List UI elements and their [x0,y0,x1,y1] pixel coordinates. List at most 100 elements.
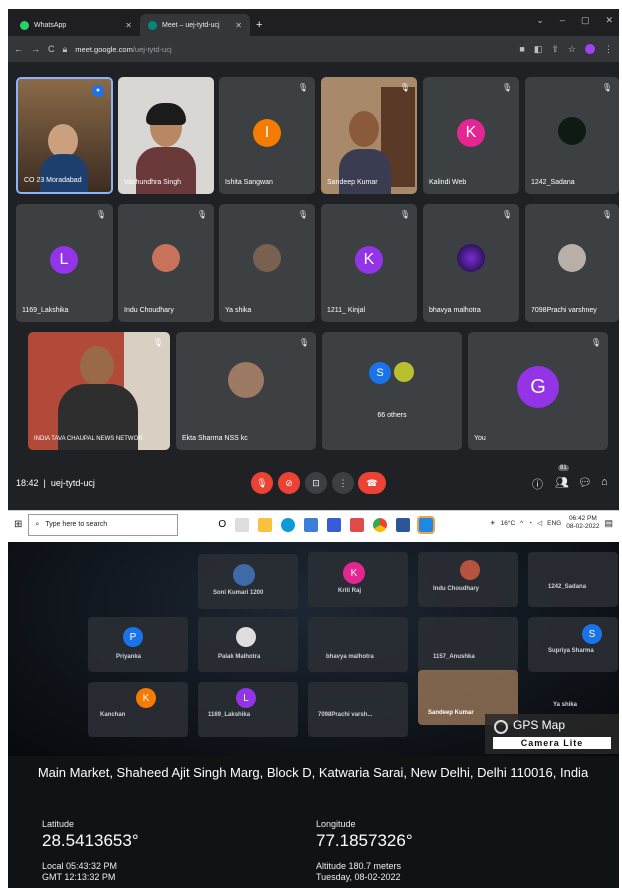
search-icon: ⌕ [35,520,40,528]
participant-name: CO 23 Moradabad [24,177,82,184]
participant-photo [80,346,114,386]
chevron-down-icon[interactable]: ⌄ [536,15,544,26]
mic-off-icon: 🎙︎ [297,83,308,92]
participant-photo [558,117,586,145]
photos-icon[interactable] [350,517,365,532]
url-field[interactable]: meet.google.com/uej-tytd-ucj [75,45,171,54]
blurred-name: Kanchan [100,712,126,718]
language[interactable]: ENG [547,520,561,527]
speaking-icon: ● [92,85,104,97]
forward-icon[interactable]: → [31,44,40,54]
blurred-tile [308,682,408,737]
info-icon[interactable]: ⓘ [532,476,543,492]
taskbar-search[interactable]: ⌕ Type here to search [28,513,179,536]
participant-name: Indu Choudhary [124,307,174,314]
mic-off-icon: 🎙︎ [297,210,308,219]
clock[interactable]: 06:42 PM 08-02-2022 [566,515,599,531]
blurred-name: 1157_Anushka [433,654,475,660]
edge-icon[interactable] [281,517,296,532]
more-options-button[interactable]: ⋮ [332,472,354,494]
blurred-name: Kriti Raj [338,588,362,594]
participant-tile[interactable]: 🎙︎ Indu Choudhary [118,204,214,322]
tab-meet[interactable]: Meet – uej-tytd-ucj ✕ [140,14,250,36]
back-icon[interactable]: ← [14,44,23,54]
participant-tile[interactable]: 🎙︎ L 1169_Lakshika [16,204,113,322]
lock-icon[interactable]: 🔒︎ [63,44,68,55]
reload-icon[interactable]: C [48,44,55,54]
task-view-icon[interactable] [235,517,250,532]
participant-tile[interactable]: 🎙︎ I Ishita Sangwan [219,77,315,194]
file-explorer-icon[interactable] [258,517,273,532]
maximize-icon[interactable]: ▢ [581,15,590,26]
extension-icon[interactable]: ◧ [534,44,543,55]
store-icon[interactable] [304,517,319,532]
participant-tile[interactable]: 🎙︎ Ya shika [219,204,315,322]
camera-icon[interactable]: ■ [519,44,524,54]
cortana-icon[interactable]: O [218,519,226,530]
notification-icon[interactable]: ▤ [604,518,613,529]
wifi-icon[interactable]: ◔ [528,520,532,527]
minimize-icon[interactable]: – [560,15,565,26]
mic-off-icon: 🎙︎ [590,338,601,347]
participant-tile[interactable]: 🎙︎ Sandeep Kumar [321,77,417,194]
search-placeholder: Type here to search [45,521,108,528]
participant-photo [228,362,264,398]
participant-name: Vashundhra Singh [124,179,182,186]
tab-whatsapp[interactable]: WhatsApp ✕ [12,14,140,36]
participant-tile[interactable]: 🎙︎ K Kalindi Web [423,77,519,194]
profile-avatar[interactable] [585,44,595,54]
activities-icon[interactable]: ⌂ [601,476,608,488]
people-icon[interactable]: 👥︎ [555,476,569,489]
participant-tile[interactable]: 🎙︎ 7098Prachi varshney [525,204,619,322]
close-icon[interactable]: ✕ [235,21,242,30]
participant-name: You [474,435,486,442]
participant-photo [457,244,485,272]
weather-icon: ☀ [489,520,496,527]
volume-icon[interactable]: ◁ [537,519,542,527]
close-icon[interactable]: ✕ [605,15,613,26]
browser-tab-bar: WhatsApp ✕ Meet – uej-tytd-ucj ✕ + ⌄ – ▢… [8,9,619,36]
participant-tile[interactable]: ● CO 23 Moradabad [16,77,113,194]
participant-tile[interactable]: 🎙︎ bhavya malhotra [423,204,519,322]
blurred-avatar: K [343,562,365,584]
people-count-badge: 81 [558,465,569,471]
participant-name: Ekta Sharma NSS kc [182,435,248,442]
leave-call-button[interactable]: ☎ [358,472,386,494]
participant-name: Kalindi Web [429,179,467,186]
mail-icon[interactable] [327,517,342,532]
participant-photo [349,111,379,147]
blurred-tile [528,617,618,672]
menu-icon[interactable]: ⋮ [604,44,613,55]
blurred-avatar [236,627,256,647]
participant-tile[interactable]: 🎙︎ Ekta Sharma NSS kc [176,332,316,450]
star-icon[interactable]: ☆ [568,44,576,55]
participant-name: Sandeep Kumar [327,179,378,186]
share-icon[interactable]: ⇪ [551,44,559,55]
word-icon[interactable] [396,517,411,532]
participant-tile[interactable]: 🎙︎ K 1211_ Kinjal [321,204,417,322]
participant-tile[interactable]: 🎙︎ INDIA TAVA CHAUPAL NEWS NETWOR [28,332,170,450]
avatar: I [253,119,281,147]
app-icon[interactable] [417,515,436,534]
windows-start-icon[interactable]: ⊞ [14,519,22,530]
mic-off-button[interactable]: 🎙︎ [251,472,273,494]
new-tab-button[interactable]: + [250,14,268,36]
others-tile[interactable]: S 66 others [322,332,462,450]
blurred-name: Sandeep Kumar [428,710,474,716]
self-tile[interactable]: 🎙︎ G You [468,332,608,450]
close-icon[interactable]: ✕ [125,21,132,30]
url-path: /uej-tytd-ucj [132,44,172,54]
participant-tile[interactable]: Vashundhra Singh [118,77,214,194]
chat-icon[interactable]: 💬︎ [578,476,592,489]
temperature: 16°C [500,519,516,527]
gps-subtitle: Camera Lite [493,737,611,749]
blurred-name: Indu Choudhary [433,586,479,592]
mic-off-icon: 🎙︎ [95,210,106,219]
avatar: G [517,366,559,408]
camera-off-button[interactable]: ⊘ [278,472,300,494]
participant-tile[interactable]: 🎙︎ 1242_Sadana [525,77,619,194]
chevron-up-icon[interactable]: ^ [520,520,523,527]
participant-grid: ● CO 23 Moradabad Vashundhra Singh 🎙︎ I … [8,62,619,462]
chrome-icon[interactable] [373,517,388,532]
present-button[interactable]: ⊡ [305,472,327,494]
